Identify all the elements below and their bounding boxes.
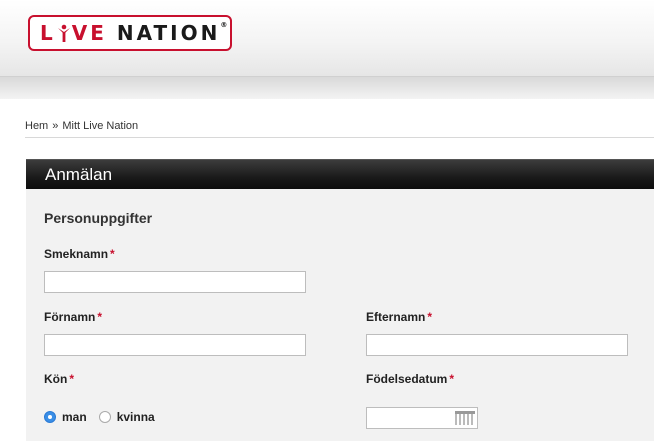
gender-radio-man[interactable]	[44, 411, 56, 423]
breadcrumb-separator: »	[52, 120, 59, 132]
calendar-icon[interactable]	[455, 411, 475, 425]
required-marker: *	[69, 372, 74, 386]
breadcrumb-divider	[25, 137, 654, 138]
gender-option-man-label[interactable]: man	[62, 410, 87, 424]
gender-option-kvinna-label[interactable]: kvinna	[117, 410, 155, 424]
first-name-input[interactable]	[44, 334, 306, 356]
nickname-input[interactable]	[44, 271, 306, 293]
gender-label-text: Kön	[44, 372, 68, 386]
logo-figure-icon	[57, 24, 70, 42]
nickname-label-text: Smeknamn	[44, 247, 109, 261]
logo-word-nation: NATION	[116, 21, 221, 45]
registration-form: Personuppgifter Smeknamn * Förnamn * Efter…	[26, 189, 654, 441]
section-title: Personuppgifter	[44, 210, 153, 226]
live-nation-logo[interactable]: L VE NATION®	[28, 15, 232, 51]
logo-wordmark: L VE NATION®	[40, 21, 227, 45]
nickname-label: Smeknamn *	[44, 247, 115, 261]
first-name-label: Förnamn *	[44, 310, 102, 324]
header-shadow	[0, 77, 654, 99]
birth-date-label: Födelsedatum *	[366, 372, 454, 386]
main-content: Hem » Mitt Live Nation Anmälan Personuppgi…	[5, 99, 654, 441]
gender-label: Kön *	[44, 372, 74, 386]
site-header: L VE NATION®	[0, 0, 654, 77]
registered-mark: ®	[220, 21, 228, 29]
breadcrumb-current: Mitt Live Nation	[62, 120, 139, 132]
last-name-input[interactable]	[366, 334, 628, 356]
gender-radio-kvinna[interactable]	[98, 411, 111, 423]
required-marker: *	[110, 247, 115, 261]
required-marker: *	[449, 372, 455, 386]
logo-letter-l: L	[40, 21, 56, 45]
last-name-label-text: Efternamn	[366, 310, 426, 324]
logo-letters-ve: VE	[71, 21, 107, 45]
required-marker: *	[97, 310, 103, 324]
panel-title: Anmälan	[26, 159, 654, 189]
birth-date-field	[366, 407, 478, 429]
gender-radio-group: man kvinna	[44, 410, 167, 424]
required-marker: *	[427, 310, 433, 324]
breadcrumb: Hem » Mitt Live Nation	[25, 120, 138, 132]
last-name-label: Efternamn *	[366, 310, 432, 324]
breadcrumb-home-link[interactable]: Hem	[25, 120, 48, 132]
birth-date-label-text: Födelsedatum	[366, 372, 448, 386]
first-name-label-text: Förnamn	[44, 310, 96, 324]
